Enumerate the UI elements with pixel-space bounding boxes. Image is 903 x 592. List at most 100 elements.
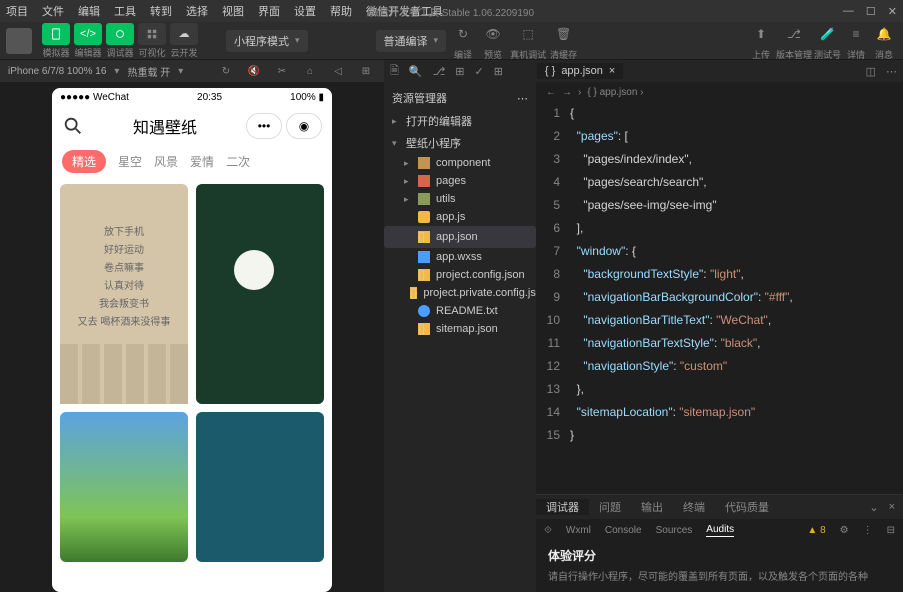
menu-item[interactable]: 工具 (114, 3, 136, 19)
main: iPhone 6/7/8 100% 16▾ 热重载 开▾ ↻ 🔇 ✂ ⌂ ◁ ⊞… (0, 60, 903, 592)
file-item[interactable]: {}app.json (384, 226, 536, 248)
rotate-icon[interactable]: ↻ (216, 66, 236, 77)
gear-icon[interactable]: ⚙ (840, 525, 849, 536)
close-capsule[interactable]: ◉ (286, 113, 322, 139)
menu-item[interactable]: 帮助 (330, 3, 352, 19)
label: 云开发 (170, 46, 197, 59)
dbg-tab[interactable]: 调试器 (536, 499, 589, 515)
device-label[interactable]: iPhone 6/7/8 100% 16 (8, 66, 106, 77)
compile-icon[interactable]: ↻ (450, 21, 476, 47)
simulator-button[interactable] (42, 23, 70, 45)
mute-icon[interactable]: 🔇 (244, 66, 264, 77)
folder-item[interactable]: ▸component (384, 154, 536, 172)
menu-icon[interactable]: ⋮ (863, 525, 873, 536)
dock-icon[interactable]: ⊟ (887, 525, 895, 536)
file-item[interactable]: app.wxss (384, 248, 536, 266)
back-icon[interactable]: ◁ (328, 66, 348, 77)
tab-anime[interactable]: 二次 (226, 153, 250, 170)
test-icon[interactable]: ✓ (474, 65, 483, 78)
file-item[interactable]: {}sitemap.json (384, 320, 536, 338)
home-icon[interactable]: ⌂ (300, 66, 320, 77)
clear-cache-icon[interactable]: 🗑 (551, 21, 577, 47)
split-icon[interactable]: ◫ (866, 65, 876, 78)
label: 测试号 (814, 48, 841, 61)
git-icon[interactable]: ⎇ (433, 65, 446, 78)
tab-scenery[interactable]: 风景 (154, 153, 178, 170)
more-icon[interactable]: ⋯ (886, 65, 897, 78)
more-icon[interactable]: ⊞ (494, 65, 503, 78)
close-icon[interactable]: × (889, 501, 895, 513)
label: 调试器 (106, 46, 133, 59)
hot-reload-label[interactable]: 热重载 开 (127, 64, 170, 79)
test-icon[interactable]: 🧪 (814, 21, 840, 47)
file-item[interactable]: README.txt (384, 302, 536, 320)
close-icon[interactable]: ✕ (888, 5, 897, 18)
mode-select[interactable]: 小程序模式▾ (226, 30, 308, 52)
folder-item[interactable]: ▸utils (384, 190, 536, 208)
dbg-tab[interactable]: 终端 (673, 499, 715, 515)
detail-icon[interactable]: ≡ (843, 21, 869, 47)
nav-back-icon[interactable]: ← (546, 87, 556, 98)
wallpaper-card[interactable] (196, 412, 324, 562)
visual-button[interactable] (138, 23, 166, 45)
inspect-icon[interactable]: ⟐ (544, 525, 552, 536)
editor-button[interactable]: </> (74, 23, 102, 45)
wallpaper-grid: 放下手机 好好运动 卷点嘛事 认真对待 我会叛变书 又去 喝杯酒来没得事 (52, 176, 332, 570)
dock-icon[interactable]: ⊞ (356, 66, 376, 77)
menu-item[interactable]: 视图 (222, 3, 244, 19)
window-controls: — ☐ ✕ (843, 5, 897, 18)
file-item[interactable]: app.js (384, 208, 536, 226)
message-icon[interactable]: 🔔 (871, 21, 897, 47)
phone-simulator: ●●●●● WeChat 20:35 100% ▮ 知遇壁纸 ••• ◉ 精选 … (52, 88, 332, 592)
breadcrumb-item[interactable]: { } app.json › (587, 87, 643, 98)
remote-debug-icon[interactable]: ⬚ (515, 21, 541, 47)
tab-featured[interactable]: 精选 (62, 150, 106, 173)
avatar[interactable] (6, 28, 32, 54)
cloud-button[interactable]: ☁ (170, 23, 198, 45)
menu-item[interactable]: 文件 (42, 3, 64, 19)
dbg-tab[interactable]: 输出 (631, 499, 673, 515)
collapse-icon[interactable]: ⌄ (869, 501, 878, 514)
dbg-tab[interactable]: 问题 (589, 499, 631, 515)
minimize-icon[interactable]: — (843, 5, 854, 18)
menu-item[interactable]: 编辑 (78, 3, 100, 19)
ext-icon[interactable]: ⊞ (455, 65, 464, 78)
file-tab[interactable]: { } app.json × (537, 63, 623, 79)
project-root[interactable]: ▾壁纸小程序 (384, 132, 536, 154)
folder-item[interactable]: ▸pages (384, 172, 536, 190)
menu-item[interactable]: 设置 (294, 3, 316, 19)
warning-count[interactable]: ▲ 8 (807, 525, 825, 536)
wallpaper-card[interactable]: 放下手机 好好运动 卷点嘛事 认真对待 我会叛变书 又去 喝杯酒来没得事 (60, 184, 188, 404)
menu-item[interactable]: 项目 (6, 3, 28, 19)
open-editors-section[interactable]: ▸打开的编辑器 (384, 110, 536, 132)
wallpaper-card[interactable] (60, 412, 188, 562)
dbg-tab[interactable]: 代码质量 (715, 499, 779, 515)
upload-icon[interactable]: ⬆ (748, 21, 774, 47)
debugger-button[interactable] (106, 23, 134, 45)
cut-icon[interactable]: ✂ (272, 66, 292, 77)
nav-fwd-icon[interactable]: → (562, 87, 572, 98)
dbg-subtab[interactable]: Console (605, 525, 642, 536)
menu-item[interactable]: 选择 (186, 3, 208, 19)
preview-icon[interactable]: 👁 (480, 21, 506, 47)
tab-starry[interactable]: 星空 (118, 153, 142, 170)
search-icon[interactable]: 🔍 (409, 65, 423, 78)
wallpaper-card[interactable] (196, 184, 324, 404)
explorer-icon[interactable]: 🗎 (390, 62, 399, 81)
tab-close-icon[interactable]: × (609, 65, 615, 77)
menu-item[interactable]: 转到 (150, 3, 172, 19)
file-item[interactable]: {}project.private.config.js... (384, 284, 536, 302)
more-icon[interactable]: ⋯ (517, 92, 528, 105)
dbg-subtab[interactable]: Sources (656, 525, 693, 536)
menu-capsule[interactable]: ••• (246, 113, 282, 139)
search-icon[interactable] (62, 115, 84, 137)
menu-item[interactable]: 界面 (258, 3, 280, 19)
file-item[interactable]: {}project.config.json (384, 266, 536, 284)
version-icon[interactable]: ⎇ (781, 21, 807, 47)
compile-select[interactable]: 普通编译▾ (376, 30, 447, 52)
dbg-subtab[interactable]: Audits (706, 524, 734, 537)
maximize-icon[interactable]: ☐ (866, 5, 876, 18)
tab-love[interactable]: 爱情 (190, 153, 214, 170)
code-editor[interactable]: 123456789101112131415 { "pages": [ "page… (536, 102, 903, 494)
dbg-subtab[interactable]: Wxml (566, 525, 591, 536)
